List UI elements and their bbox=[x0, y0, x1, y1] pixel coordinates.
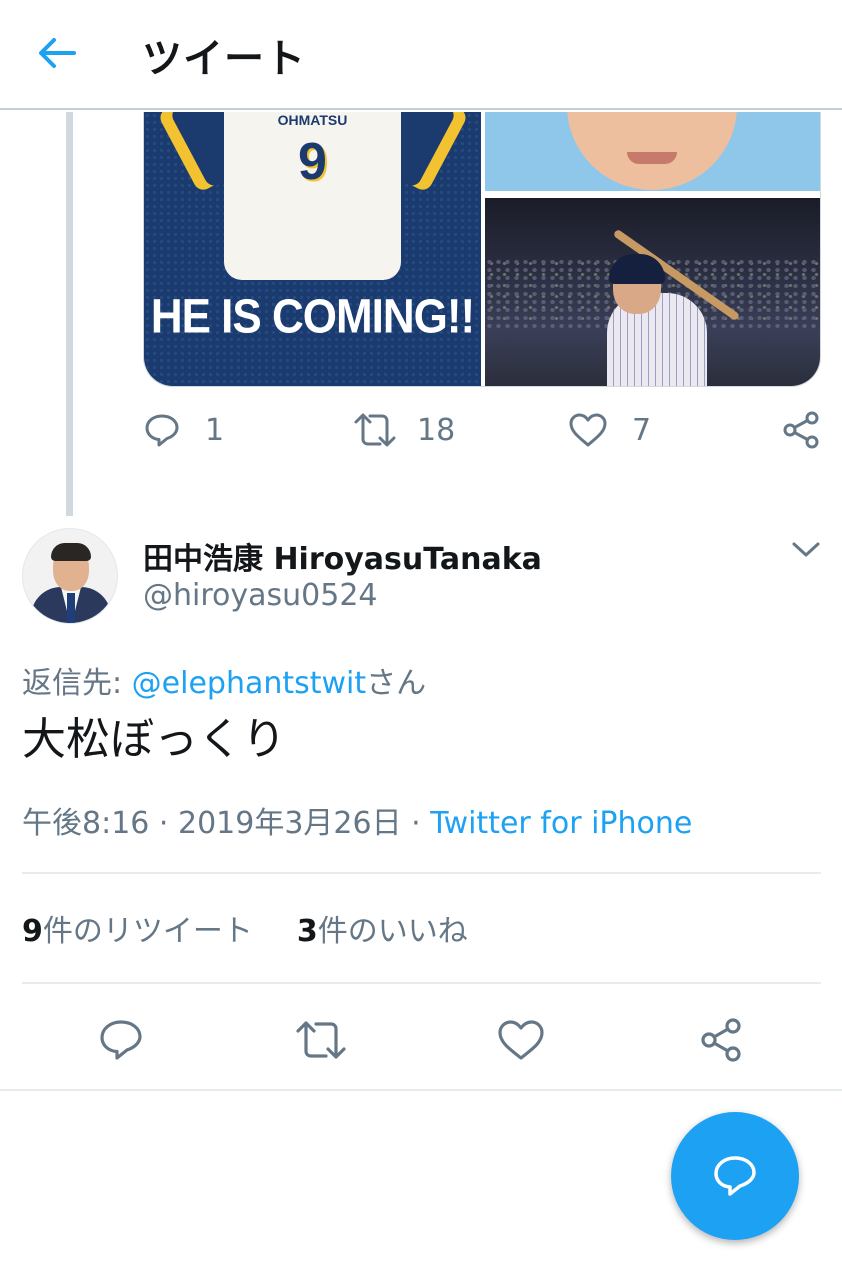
reply-action[interactable]: 1 bbox=[143, 408, 224, 452]
avatar[interactable] bbox=[22, 528, 118, 624]
like-action[interactable]: 7 bbox=[568, 408, 651, 452]
like-button[interactable] bbox=[493, 1012, 549, 1068]
heart-icon bbox=[569, 413, 607, 447]
divider bbox=[0, 1089, 842, 1091]
tweet-source-link[interactable]: Twitter for iPhone bbox=[430, 806, 692, 841]
reply-context: 返信先: @elephantstwitさん bbox=[22, 658, 426, 702]
likes-count: 3 bbox=[296, 914, 318, 949]
retweet-button[interactable] bbox=[293, 1012, 349, 1068]
heart-icon bbox=[498, 1020, 544, 1060]
thread-connector-line bbox=[66, 112, 73, 516]
retweets-stat[interactable]: 9件のリツイート bbox=[22, 906, 253, 950]
previous-tweet-actions: 1 18 7 bbox=[143, 408, 823, 452]
jersey-number: 9 bbox=[298, 133, 327, 191]
tweet-options-button[interactable] bbox=[788, 534, 824, 566]
jersey-name: OHMATSU bbox=[277, 112, 348, 128]
retweet-icon bbox=[296, 1021, 346, 1059]
author-name[interactable]: 田中浩康 HiroyasuTanaka bbox=[143, 534, 542, 578]
media-image-portrait[interactable] bbox=[485, 112, 820, 191]
tweet-metadata: 午後8:16 · 2019年3月26日 · Twitter for iPhone bbox=[22, 798, 692, 842]
media-slogan: HE IS COMING!! bbox=[150, 289, 475, 344]
chevron-down-icon bbox=[792, 542, 820, 557]
share-icon bbox=[783, 411, 819, 449]
media-image-jersey[interactable]: OHMATSU 9 HE IS COMING!! bbox=[144, 112, 481, 386]
reply-button[interactable] bbox=[93, 1012, 149, 1068]
like-count: 7 bbox=[632, 412, 652, 448]
tweet-actions bbox=[0, 1012, 842, 1068]
divider bbox=[22, 872, 821, 874]
reply-count: 1 bbox=[205, 412, 225, 448]
divider bbox=[22, 982, 821, 984]
reply-icon bbox=[145, 414, 179, 447]
reply-icon bbox=[100, 1020, 142, 1060]
media-image-batter[interactable] bbox=[485, 198, 820, 386]
back-button[interactable] bbox=[30, 30, 82, 76]
reply-suffix: さん bbox=[366, 666, 427, 701]
likes-stat[interactable]: 3件のいいね bbox=[297, 906, 468, 950]
retweets-label: 件のリツイート bbox=[42, 914, 253, 949]
likes-label: 件のいいね bbox=[317, 914, 468, 949]
top-app-bar: ツイート bbox=[0, 0, 842, 110]
share-button[interactable] bbox=[693, 1012, 749, 1068]
share-icon bbox=[701, 1018, 741, 1062]
player-face bbox=[567, 112, 737, 190]
retweet-icon bbox=[354, 413, 396, 447]
tweet-text: 大松ぼっくり bbox=[22, 714, 286, 765]
tweet-timestamp: 午後8:16 · 2019年3月26日 · bbox=[22, 806, 431, 841]
reply-prefix: 返信先: bbox=[22, 666, 132, 701]
retweets-count: 9 bbox=[22, 914, 43, 949]
reply-user-link[interactable]: @elephantstwit bbox=[132, 666, 367, 701]
arrow-left-icon bbox=[39, 38, 76, 68]
share-action[interactable] bbox=[781, 408, 821, 452]
page-title: ツイート bbox=[142, 36, 306, 82]
reply-icon bbox=[714, 1156, 756, 1196]
compose-reply-fab[interactable] bbox=[671, 1112, 799, 1240]
author-handle[interactable]: @hiroyasu0524 bbox=[143, 578, 378, 613]
tweet-media-grid[interactable]: OHMATSU 9 HE IS COMING!! bbox=[143, 112, 821, 387]
jersey-graphic: OHMATSU 9 bbox=[224, 112, 401, 280]
retweet-action[interactable]: 18 bbox=[353, 408, 455, 452]
tweet-stats: 9件のリツイート 3件のいいね bbox=[22, 906, 468, 950]
retweet-count: 18 bbox=[417, 412, 456, 448]
